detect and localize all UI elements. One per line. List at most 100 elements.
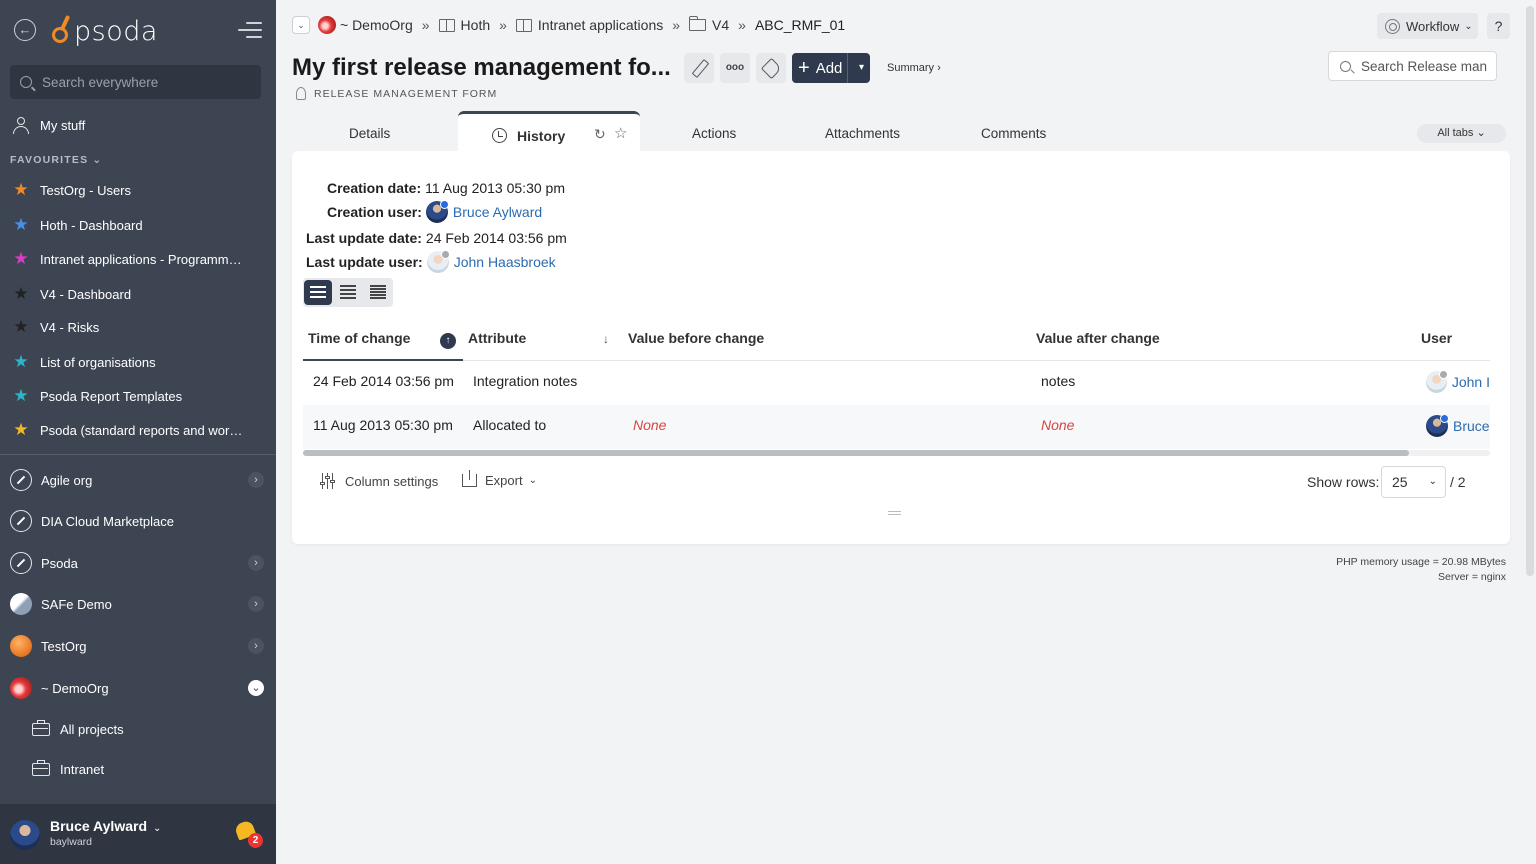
cell-user-link[interactable]: John I bbox=[1452, 374, 1490, 390]
sidebar-item-favourite[interactable]: ★ Intranet applications - Programme... bbox=[0, 248, 276, 270]
more-options-icon[interactable]: ooo bbox=[720, 53, 750, 83]
chevron-down-icon: ⌄ bbox=[1464, 20, 1473, 32]
sidebar-item-project[interactable]: Intranet bbox=[0, 758, 276, 780]
back-arrow-icon[interactable]: ← bbox=[14, 19, 36, 41]
favourites-heading[interactable]: FAVOURITES ⌄ bbox=[10, 154, 102, 166]
org-logo-icon bbox=[10, 635, 32, 657]
cell-attribute: Allocated to bbox=[473, 417, 547, 433]
breadcrumb: ⌄ ~ DemoOrg » Hoth » Intranet applicatio… bbox=[292, 14, 845, 36]
cell-user-link[interactable]: Bruce bbox=[1453, 418, 1490, 434]
book-icon bbox=[438, 18, 455, 32]
breadcrumb-dropdown[interactable]: ⌄ bbox=[292, 16, 310, 34]
tab-comments[interactable]: Comments bbox=[981, 126, 1046, 141]
breadcrumb-hoth[interactable]: Hoth bbox=[461, 17, 491, 33]
all-tabs-dropdown[interactable]: All tabs ⌄ bbox=[1417, 124, 1506, 143]
horizontal-scrollbar[interactable] bbox=[303, 450, 1490, 456]
release-search[interactable] bbox=[1328, 51, 1497, 81]
export-button[interactable]: Export ⌄ bbox=[462, 470, 537, 488]
breadcrumb-intranet-applications[interactable]: Intranet applications bbox=[538, 17, 663, 33]
scrollbar-thumb[interactable] bbox=[1526, 6, 1534, 576]
chevron-down-icon[interactable]: ⌄ bbox=[248, 680, 264, 696]
sidebar-item-label: Intranet bbox=[60, 761, 105, 777]
global-search[interactable] bbox=[10, 65, 261, 99]
breadcrumb-separator: » bbox=[672, 17, 681, 33]
subtitle-label: RELEASE MANAGEMENT FORM bbox=[314, 87, 498, 100]
user-icon bbox=[12, 116, 30, 134]
column-header-attribute[interactable]: Attribute bbox=[468, 330, 526, 346]
sidebar-item-org[interactable]: TestOrg › bbox=[0, 632, 276, 660]
chevron-down-icon[interactable]: ▾ bbox=[859, 53, 864, 83]
briefcase-icon bbox=[32, 719, 50, 736]
sidebar-item-favourite[interactable]: ★ Psoda (standard reports and work... bbox=[0, 419, 276, 441]
column-header-value-before[interactable]: Value before change bbox=[628, 330, 764, 346]
sidebar-item-org[interactable]: Agile org › bbox=[0, 466, 276, 494]
sidebar-item-project[interactable]: All projects bbox=[0, 718, 276, 740]
sidebar-item-org[interactable]: SAFe Demo › bbox=[0, 590, 276, 618]
chevron-right-icon[interactable]: › bbox=[248, 596, 264, 612]
sidebar-item-favourite[interactable]: ★ List of organisations bbox=[0, 351, 276, 373]
breadcrumb-v4[interactable]: V4 bbox=[712, 17, 729, 33]
my-stuff-link[interactable]: My stuff bbox=[0, 114, 276, 136]
tag-icon[interactable] bbox=[756, 53, 786, 83]
chevron-right-icon[interactable]: › bbox=[248, 472, 264, 488]
tab-attachments[interactable]: Attachments bbox=[825, 126, 900, 141]
sidebar-item-org[interactable]: Psoda › bbox=[0, 549, 276, 577]
sidebar: ← psoda My stuff FAVOURITES ⌄ ★ TestOrg -… bbox=[0, 0, 276, 864]
scrollbar-thumb[interactable] bbox=[303, 450, 1409, 456]
column-header-user[interactable]: User bbox=[1421, 330, 1452, 346]
summary-link[interactable]: Summary › bbox=[887, 62, 941, 74]
tab-history-label: History bbox=[517, 128, 566, 144]
current-user-panel[interactable]: Bruce Aylward ⌄ baylward bbox=[0, 804, 276, 864]
tab-actions[interactable]: Actions bbox=[692, 126, 736, 141]
column-settings-button[interactable]: Column settings bbox=[320, 473, 438, 489]
refresh-icon[interactable]: ↻ bbox=[594, 126, 606, 143]
favourite-star-icon[interactable]: ☆ bbox=[614, 124, 627, 142]
global-search-input[interactable] bbox=[42, 74, 242, 90]
user-handle: baylward bbox=[50, 836, 93, 848]
star-icon: ★ bbox=[13, 180, 29, 199]
sidebar-item-org[interactable]: ~ DemoOrg ⌄ bbox=[0, 674, 276, 702]
density-compact-icon[interactable] bbox=[334, 280, 362, 305]
sort-descending-icon[interactable]: ↓ bbox=[603, 332, 609, 346]
sidebar-item-org[interactable]: DIA Cloud Marketplace bbox=[0, 507, 276, 535]
sidebar-item-label: TestOrg bbox=[41, 638, 87, 654]
sort-ascending-icon[interactable]: ↑ bbox=[440, 333, 456, 349]
last-update-user-link[interactable]: John Haasbroek bbox=[454, 254, 556, 270]
page-scrollbar[interactable] bbox=[1524, 0, 1536, 864]
cell-user[interactable]: Bruce bbox=[1426, 415, 1490, 437]
sidebar-item-favourite[interactable]: ★ Hoth - Dashboard bbox=[0, 214, 276, 236]
sidebar-item-label: List of organisations bbox=[40, 354, 156, 370]
cell-user[interactable]: John I bbox=[1426, 371, 1490, 393]
tab-history[interactable]: History ↻ ☆ bbox=[458, 111, 640, 153]
density-comfortable-icon[interactable] bbox=[304, 280, 332, 305]
density-dense-icon[interactable] bbox=[364, 280, 392, 305]
sidebar-item-favourite[interactable]: ★ Psoda Report Templates bbox=[0, 385, 276, 407]
sidebar-item-favourite[interactable]: ★ V4 - Dashboard bbox=[0, 283, 276, 305]
workflow-button[interactable]: Workflow ⌄ bbox=[1377, 13, 1478, 39]
rows-per-page-select[interactable]: 25 ⌄ bbox=[1381, 466, 1446, 498]
creation-user-label: Creation user: bbox=[327, 204, 422, 220]
workflow-label: Workflow bbox=[1406, 18, 1460, 34]
resize-grip-icon[interactable] bbox=[888, 511, 901, 517]
creation-user-row: Creation user: Bruce Aylward bbox=[327, 200, 542, 223]
sidebar-item-favourite[interactable]: ★ TestOrg - Users bbox=[0, 179, 276, 201]
sidebar-item-favourite[interactable]: ★ V4 - Risks bbox=[0, 316, 276, 338]
chevron-right-icon[interactable]: › bbox=[248, 638, 264, 654]
chevron-right-icon[interactable]: › bbox=[248, 555, 264, 571]
release-search-input[interactable] bbox=[1361, 58, 1491, 74]
creation-user-link[interactable]: Bruce Aylward bbox=[453, 204, 542, 220]
breadcrumb-current: ABC_RMF_01 bbox=[754, 17, 846, 33]
edit-pencil-icon[interactable] bbox=[684, 53, 714, 83]
add-button[interactable]: + Add ▾ bbox=[792, 53, 870, 83]
user-name[interactable]: Bruce Aylward ⌄ bbox=[50, 818, 161, 834]
breadcrumb-org[interactable]: ~ DemoOrg bbox=[340, 17, 413, 33]
sidebar-item-label: Psoda bbox=[41, 555, 78, 571]
column-header-value-after[interactable]: Value after change bbox=[1036, 330, 1160, 346]
collapse-sidebar-icon[interactable] bbox=[238, 22, 262, 40]
tab-details[interactable]: Details bbox=[349, 126, 390, 141]
my-stuff-label: My stuff bbox=[40, 117, 86, 133]
column-header-time[interactable]: Time of change bbox=[308, 330, 410, 346]
help-button[interactable]: ? bbox=[1487, 13, 1510, 39]
creation-date-row: Creation date: 11 Aug 2013 05:30 pm bbox=[327, 180, 565, 196]
psoda-logo[interactable]: psoda bbox=[50, 14, 158, 48]
